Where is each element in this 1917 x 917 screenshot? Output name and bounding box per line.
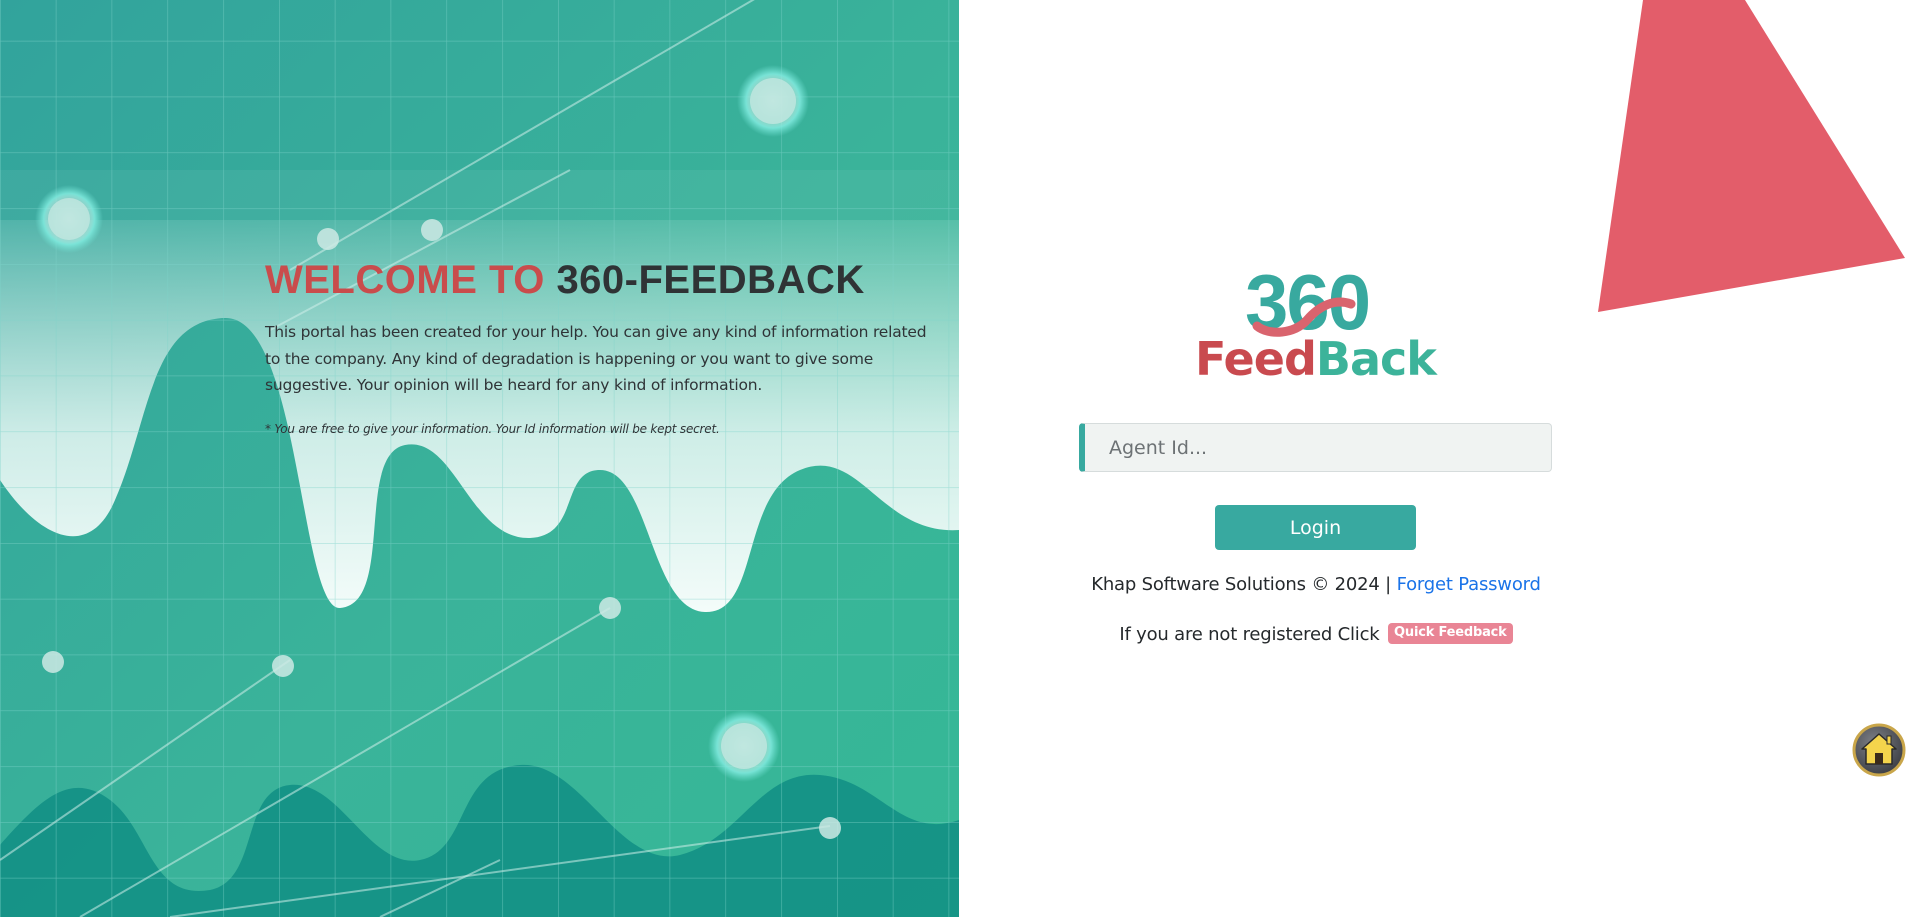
welcome-title: WELCOME TO 360-FEEDBACK [265, 258, 865, 303]
login-button[interactable]: Login [1215, 505, 1416, 550]
register-text: If you are not registered Click [1119, 624, 1380, 645]
forget-password-link[interactable]: Forget Password [1397, 574, 1541, 595]
register-line: If you are not registered Click Quick Fe… [1090, 622, 1542, 646]
portal-description: This portal has been created for your he… [265, 323, 927, 394]
decorative-red-triangle [1598, 0, 1905, 312]
footer-copyright-line: Khap Software Solutions © 2024 | Forget … [1090, 574, 1542, 595]
hero-panel: WELCOME TO 360-FEEDBACK This portal has … [0, 0, 959, 917]
home-button[interactable] [1852, 723, 1906, 777]
logo-word-feed: Feed [1195, 332, 1317, 386]
quick-feedback-button[interactable]: Quick Feedback [1388, 622, 1513, 644]
hero-background-illustration [0, 0, 959, 917]
logo-wordmark: FeedBack [1195, 332, 1437, 386]
logo-word-back: Back [1315, 332, 1437, 386]
welcome-title-brand: 360-FEEDBACK [556, 258, 865, 302]
welcome-title-prefix: WELCOME TO [265, 258, 545, 302]
privacy-note: * You are free to give your information.… [265, 422, 720, 436]
feedback-logo: 360 FeedBack [1195, 262, 1437, 386]
home-icon [1852, 723, 1906, 777]
agent-id-input[interactable] [1079, 423, 1552, 472]
copyright-text: Khap Software Solutions © 2024 | [1091, 574, 1392, 595]
logo-swirl-icon [1252, 297, 1356, 337]
